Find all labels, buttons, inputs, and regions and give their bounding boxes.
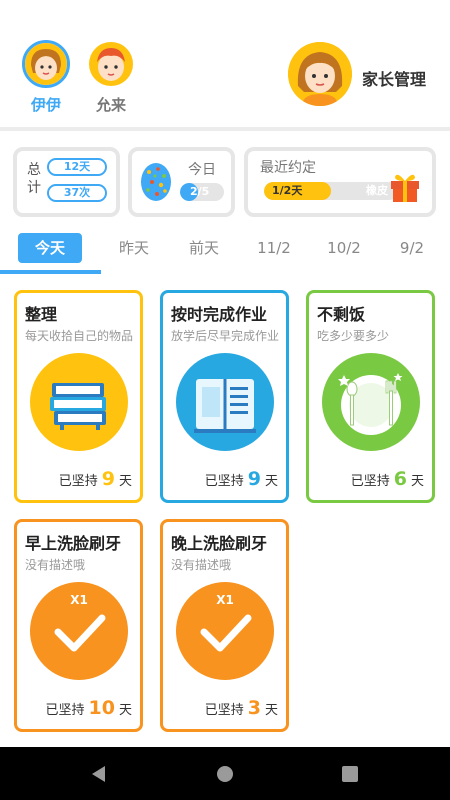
habit-streak: 已坚持 9 天 — [205, 468, 278, 490]
active-tab-indicator — [0, 270, 101, 274]
header: 伊伊 允来 家长管理 — [0, 0, 450, 128]
today-progress-bar: 2/5 — [180, 183, 224, 201]
streak-days: 10 — [88, 697, 115, 719]
habit-title: 不剩饭 — [317, 305, 366, 324]
habit-streak: 已坚持 3 天 — [205, 697, 278, 719]
kid-name: 允来 — [95, 96, 126, 114]
promise-stats-card[interactable]: 最近约定 1/2天 橡皮 — [244, 147, 436, 217]
habit-card[interactable]: 不剩饭 吃多少要多少 已坚持 6 天 — [306, 290, 435, 503]
streak-prefix: 已坚持 — [58, 474, 98, 489]
promise-label: 最近约定 — [260, 160, 316, 176]
streak-prefix: 已坚持 — [204, 703, 244, 718]
parent-management-button[interactable]: 家长管理 — [288, 42, 438, 108]
total-label: 总计 — [27, 162, 41, 196]
habit-card[interactable]: 按时完成作业 放学后尽早完成作业 已坚持 9 天 — [160, 290, 289, 503]
streak-suffix: 天 — [118, 474, 132, 489]
habit-title: 按时完成作业 — [171, 305, 268, 324]
streak-suffix: 天 — [264, 474, 278, 489]
streak-suffix: 天 — [410, 474, 424, 489]
tab-yesterday[interactable]: 昨天 — [104, 233, 164, 263]
homework-book-icon — [176, 353, 274, 451]
habit-description: 没有描述哦 — [25, 558, 86, 572]
home-icon[interactable] — [215, 764, 235, 784]
recents-icon[interactable] — [340, 764, 360, 784]
habit-streak: 已坚持 9 天 — [59, 468, 132, 490]
plate-icon — [322, 353, 420, 451]
count-badge: X1 — [70, 593, 88, 607]
boy-avatar-icon — [89, 42, 133, 86]
check-icon: X1 — [30, 582, 128, 680]
habit-card[interactable]: 早上洗脸刷牙 没有描述哦 X1 已坚持 10 天 — [14, 519, 143, 732]
promise-reward-text: 橡皮 — [366, 184, 388, 197]
tab-9-2[interactable]: 9/2 — [382, 233, 442, 263]
parent-management-label: 家长管理 — [362, 70, 427, 89]
habit-streak: 已坚持 6 天 — [351, 468, 424, 490]
habit-title: 整理 — [25, 305, 58, 324]
streak-days: 3 — [247, 697, 261, 719]
system-navigation-bar — [0, 747, 450, 800]
streak-days: 9 — [101, 468, 115, 490]
books-icon — [30, 353, 128, 451]
streak-prefix: 已坚持 — [350, 474, 390, 489]
tab-day-before[interactable]: 前天 — [174, 233, 234, 263]
streak-suffix: 天 — [264, 703, 278, 718]
habit-description: 每天收拾自己的物品 — [25, 329, 134, 343]
streak-days: 9 — [247, 468, 261, 490]
date-tabs: 今天 昨天 前天 11/2 10/2 9/2 — [0, 228, 450, 276]
streak-suffix: 天 — [118, 703, 132, 718]
habit-description: 吃多少要多少 — [317, 329, 390, 343]
streak-prefix: 已坚持 — [45, 703, 85, 718]
egg-icon — [141, 163, 171, 201]
streak-days: 6 — [393, 468, 407, 490]
promise-progress-bar: 1/2天 橡皮 — [264, 182, 398, 200]
gift-icon — [391, 174, 419, 202]
tab-today[interactable]: 今天 — [18, 233, 82, 263]
habit-description: 放学后尽早完成作业 — [171, 329, 280, 343]
header-divider — [0, 127, 450, 131]
back-icon[interactable] — [89, 764, 109, 784]
habit-description: 没有描述哦 — [171, 558, 232, 572]
streak-prefix: 已坚持 — [204, 474, 244, 489]
parent-avatar-icon — [288, 42, 352, 106]
check-icon: X1 — [176, 582, 274, 680]
count-badge: X1 — [216, 593, 234, 607]
kid-tab-2[interactable]: 允来 — [87, 40, 135, 115]
today-progress-text: 2/5 — [190, 185, 210, 198]
total-days-badge: 12天 — [47, 158, 107, 176]
habit-streak: 已坚持 10 天 — [46, 697, 132, 719]
promise-days-text: 1/2天 — [272, 184, 303, 197]
kid-tab-1[interactable]: 伊伊 — [22, 40, 70, 115]
kid-name: 伊伊 — [30, 96, 61, 114]
tab-10-2[interactable]: 10/2 — [314, 233, 374, 263]
today-label: 今日 — [188, 162, 216, 178]
habit-title: 早上洗脸刷牙 — [25, 534, 122, 553]
girl-avatar-icon — [22, 40, 70, 88]
habit-card[interactable]: 晚上洗脸刷牙 没有描述哦 X1 已坚持 3 天 — [160, 519, 289, 732]
tab-11-2[interactable]: 11/2 — [244, 233, 304, 263]
total-stats-card: 总计 12天 37次 — [13, 147, 120, 217]
habit-card[interactable]: 整理 每天收拾自己的物品 已坚持 9 天 — [14, 290, 143, 503]
habit-title: 晚上洗脸刷牙 — [171, 534, 268, 553]
today-stats-card[interactable]: 今日 2/5 — [128, 147, 235, 217]
total-times-badge: 37次 — [47, 184, 107, 202]
